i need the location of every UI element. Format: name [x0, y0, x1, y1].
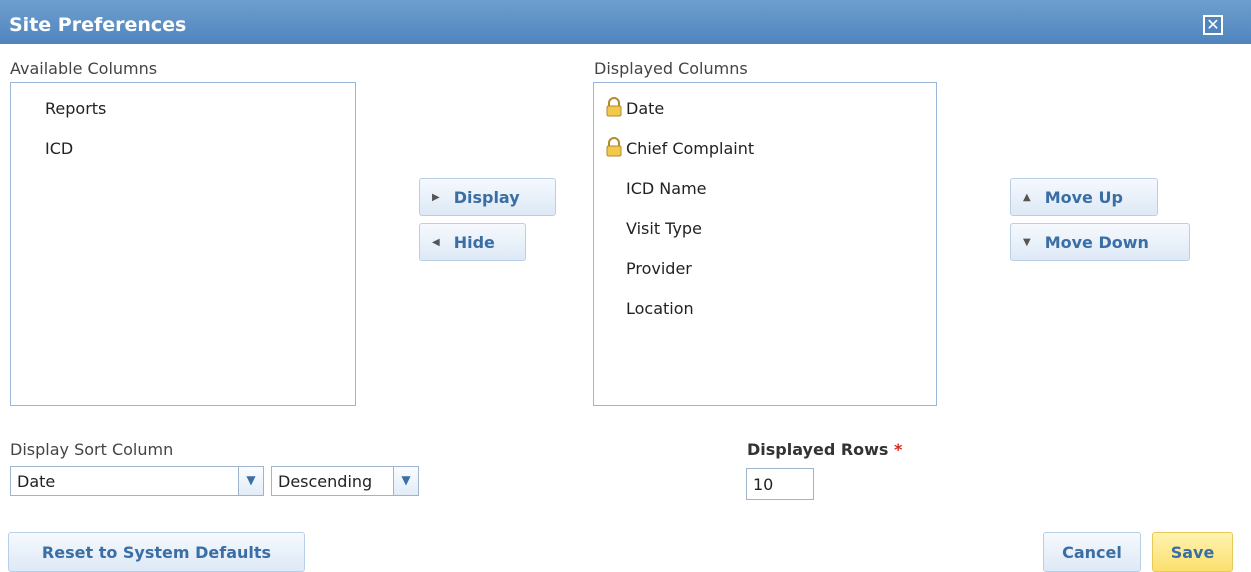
- triangle-up-icon: ▲: [1023, 191, 1031, 203]
- move-down-button[interactable]: ▼ Move Down: [1010, 223, 1190, 261]
- sort-column-value: Date: [17, 472, 56, 491]
- displayed-item-provider[interactable]: Provider: [594, 259, 968, 278]
- move-up-label: Move Up: [1044, 187, 1123, 207]
- triangle-left-icon: ◀: [432, 236, 440, 248]
- displayed-item-location[interactable]: Location: [594, 299, 968, 318]
- available-columns-label: Available Columns: [10, 59, 158, 78]
- displayed-item-chief-complaint[interactable]: Chief Complaint: [594, 137, 946, 158]
- triangle-right-icon: ▶: [432, 191, 440, 203]
- hide-button-label: Hide: [453, 232, 495, 252]
- available-item-icd[interactable]: ICD: [11, 139, 389, 158]
- available-columns-list[interactable]: Reports ICD: [10, 82, 356, 406]
- displayed-rows-label-text: Displayed Rows: [747, 440, 889, 459]
- save-button[interactable]: Save: [1152, 532, 1233, 572]
- move-up-button[interactable]: ▲ Move Up: [1010, 178, 1158, 216]
- sort-direction-value: Descending: [278, 472, 373, 491]
- sort-column-label: Display Sort Column: [10, 440, 174, 459]
- available-item-reports[interactable]: Reports: [11, 99, 389, 118]
- triangle-down-icon: ▼: [1023, 236, 1031, 248]
- chevron-down-icon[interactable]: ▼: [393, 467, 418, 495]
- dialog-title: Site Preferences: [9, 14, 187, 36]
- displayed-item-date[interactable]: Date: [594, 97, 946, 118]
- move-down-label: Move Down: [1044, 232, 1149, 252]
- display-button[interactable]: ▶ Display: [419, 178, 556, 216]
- required-mark: *: [894, 440, 903, 459]
- close-icon[interactable]: ✕: [1203, 15, 1223, 35]
- displayed-item-icd-name[interactable]: ICD Name: [594, 179, 968, 198]
- displayed-columns-list[interactable]: Date Chief Complaint ICD Name Visit Type…: [593, 82, 937, 406]
- displayed-rows-label: Displayed Rows *: [747, 440, 902, 459]
- display-button-label: Display: [453, 187, 520, 207]
- displayed-item-visit-type[interactable]: Visit Type: [594, 219, 968, 238]
- sort-column-select[interactable]: Date ▼: [10, 466, 264, 496]
- displayed-item-label: Date: [626, 99, 665, 118]
- sort-direction-select[interactable]: Descending ▼: [271, 466, 419, 496]
- lock-icon: [606, 97, 622, 117]
- hide-button[interactable]: ◀ Hide: [419, 223, 526, 261]
- dialog-title-bar: Site Preferences ✕: [0, 0, 1251, 44]
- reset-defaults-button[interactable]: Reset to System Defaults: [8, 532, 305, 572]
- lock-icon: [606, 137, 622, 157]
- chevron-down-icon[interactable]: ▼: [238, 467, 263, 495]
- cancel-button[interactable]: Cancel: [1043, 532, 1141, 572]
- displayed-rows-input[interactable]: [746, 468, 814, 500]
- displayed-item-label: Chief Complaint: [626, 139, 755, 158]
- displayed-columns-label: Displayed Columns: [594, 59, 748, 78]
